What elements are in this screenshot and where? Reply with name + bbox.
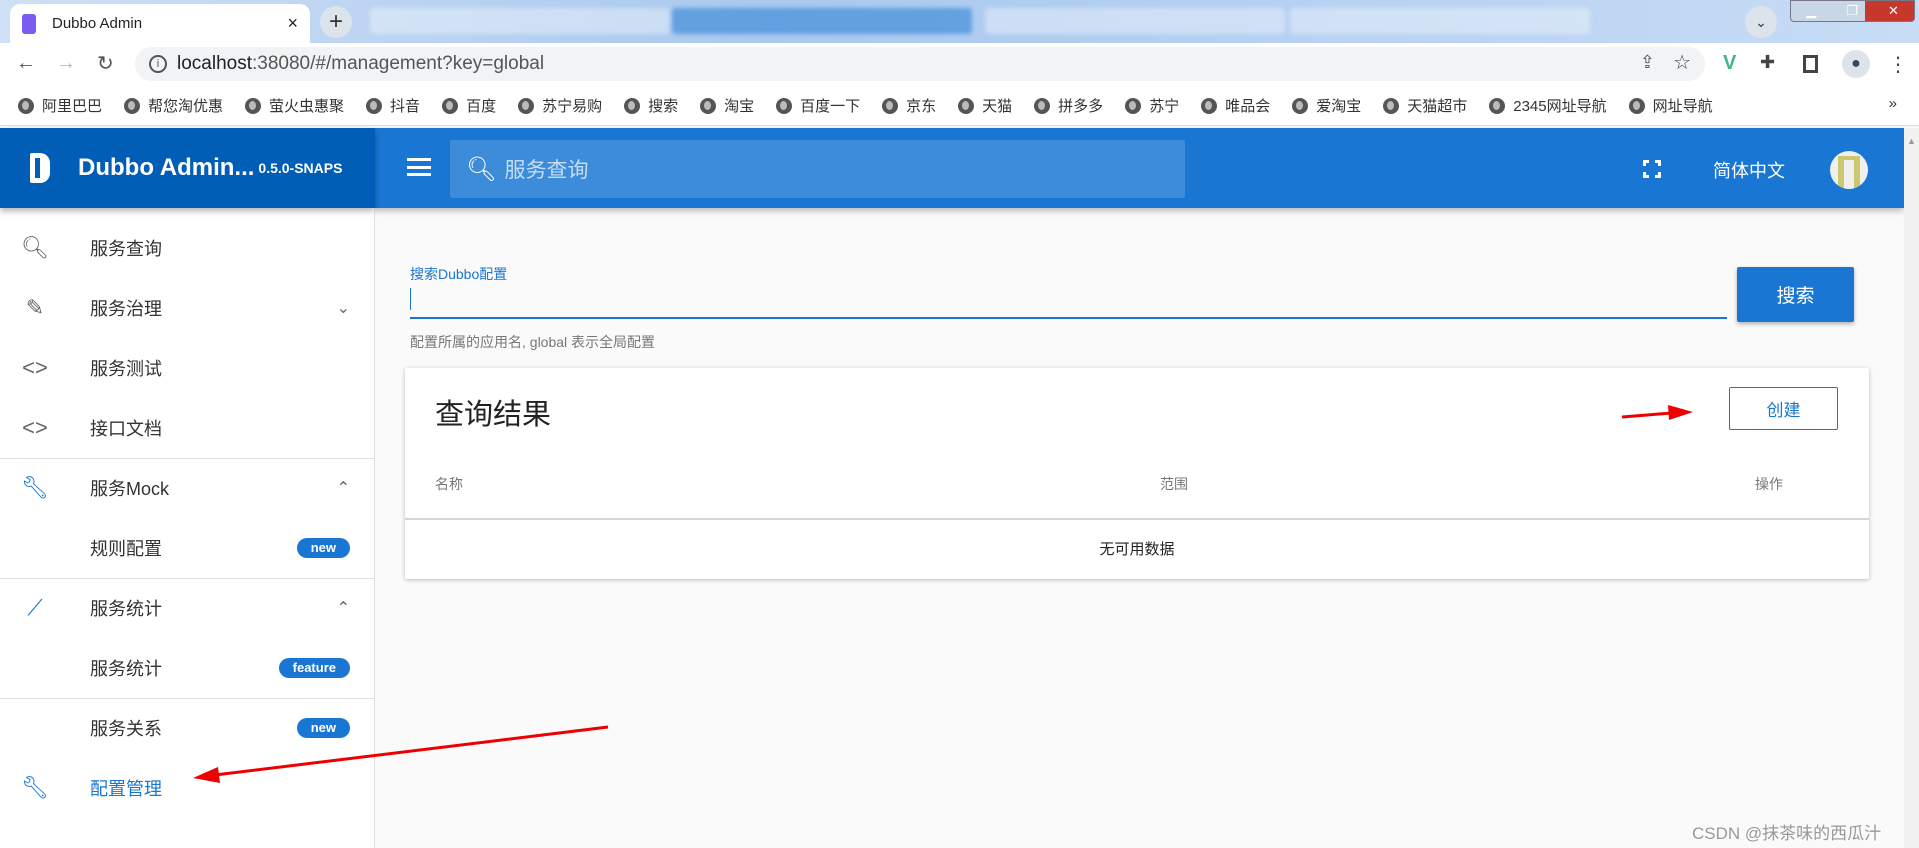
app-title: Dubbo Admin... (78, 154, 255, 181)
app-version: 0.5.0-SNAPS (258, 160, 343, 176)
watermark: CSDN @抹茶味的西瓜汁 (1692, 824, 1882, 843)
app-brand[interactable]: Dubbo Admin... 0.5.0-SNAPS (0, 128, 375, 208)
arrow-to-config-icon (193, 725, 609, 783)
arrow-to-create-icon (1621, 405, 1693, 420)
dubbo-logo-icon (30, 153, 50, 183)
